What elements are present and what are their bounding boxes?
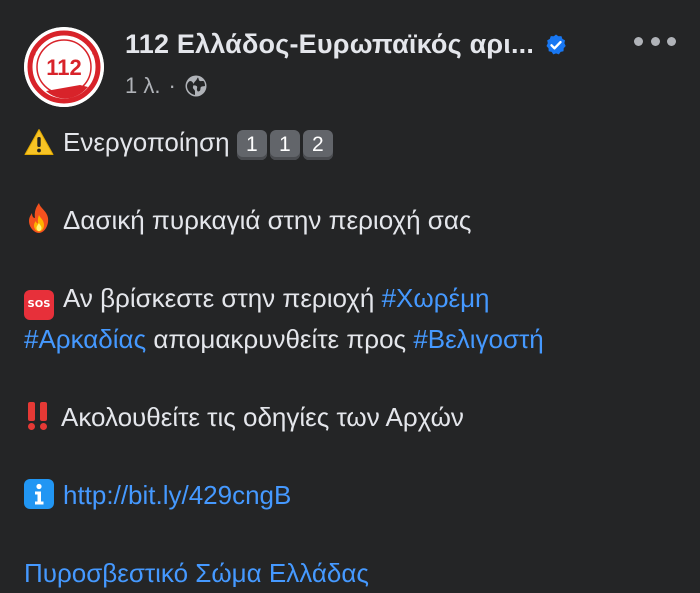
message-line-instructions: Ακολουθείτε τις οδηγίες των Αρχών — [24, 398, 676, 437]
globe-icon[interactable] — [184, 74, 208, 98]
message-line-sos: SOS Αν βρίσκεστε στην περιοχή #Χωρέμη #Αρ… — [24, 279, 676, 359]
meta-separator: · — [168, 73, 176, 98]
fire-text: Δασική πυρκαγιά στην περιοχή σας — [63, 205, 472, 235]
more-dot — [650, 36, 660, 46]
fire-service-link[interactable]: Πυροσβεστικό Σώμα Ελλάδας — [24, 558, 369, 588]
message-line-activation: Ενεργοποίηση 112 — [24, 123, 676, 162]
logo-112-icon: 112 — [24, 27, 104, 107]
fire-icon — [29, 203, 49, 233]
activation-text: Ενεργοποίηση — [63, 127, 230, 157]
keycap-1-icon: 1 — [236, 130, 267, 160]
avatar-text: 112 — [46, 55, 82, 80]
post-timestamp[interactable]: 1 λ. — [125, 73, 160, 99]
sos-icon: SOS — [24, 290, 54, 320]
keycap-2-icon: 2 — [302, 130, 333, 160]
message-line-fire: Δασική πυρκαγιά στην περιοχή σας — [24, 201, 676, 240]
sos-text-b: απομακρυνθείτε προς — [153, 324, 407, 354]
double-exclamation-icon — [28, 402, 47, 430]
message-line-info: http://bit.ly/429cngB — [24, 476, 676, 515]
more-options-button[interactable] — [634, 31, 676, 51]
keycap-1-icon: 1 — [269, 130, 300, 160]
verified-badge-icon — [546, 34, 566, 54]
hashtag-link-veligosti[interactable]: #Βελιγοστή — [413, 324, 543, 354]
more-dot — [667, 36, 676, 46]
page-avatar[interactable]: 112 — [24, 27, 104, 107]
post-message: Ενεργοποίηση 112 Δασική πυρκαγιά στην πε… — [24, 123, 676, 593]
warning-icon — [24, 129, 54, 155]
facebook-post: 112 112 Ελλάδος-Ευρωπαϊκός αρι... 1 λ. · — [0, 0, 700, 589]
hashtag-link-choremi[interactable]: #Χωρέμη — [382, 283, 490, 313]
hashtag-link-arkadias[interactable]: #Αρκαδίας — [24, 324, 146, 354]
instructions-text: Ακολουθείτε τις οδηγίες των Αρχών — [61, 402, 464, 432]
page-name-link[interactable]: 112 Ελλάδος-Ευρωπαϊκός αρι... — [125, 29, 534, 60]
info-icon — [24, 479, 54, 509]
short-url-link[interactable]: http://bit.ly/429cngB — [63, 480, 291, 510]
message-line-source: Πυροσβεστικό Σώμα Ελλάδας — [24, 554, 676, 593]
name-row: 112 Ελλάδος-Ευρωπαϊκός αρι... — [125, 29, 616, 60]
more-dot — [634, 36, 643, 46]
post-meta: 1 λ. · — [125, 73, 208, 99]
post-header: 112 112 Ελλάδος-Ευρωπαϊκός αρι... 1 λ. · — [24, 27, 676, 107]
sos-text-a: Αν βρίσκεστε στην περιοχή — [63, 283, 375, 313]
